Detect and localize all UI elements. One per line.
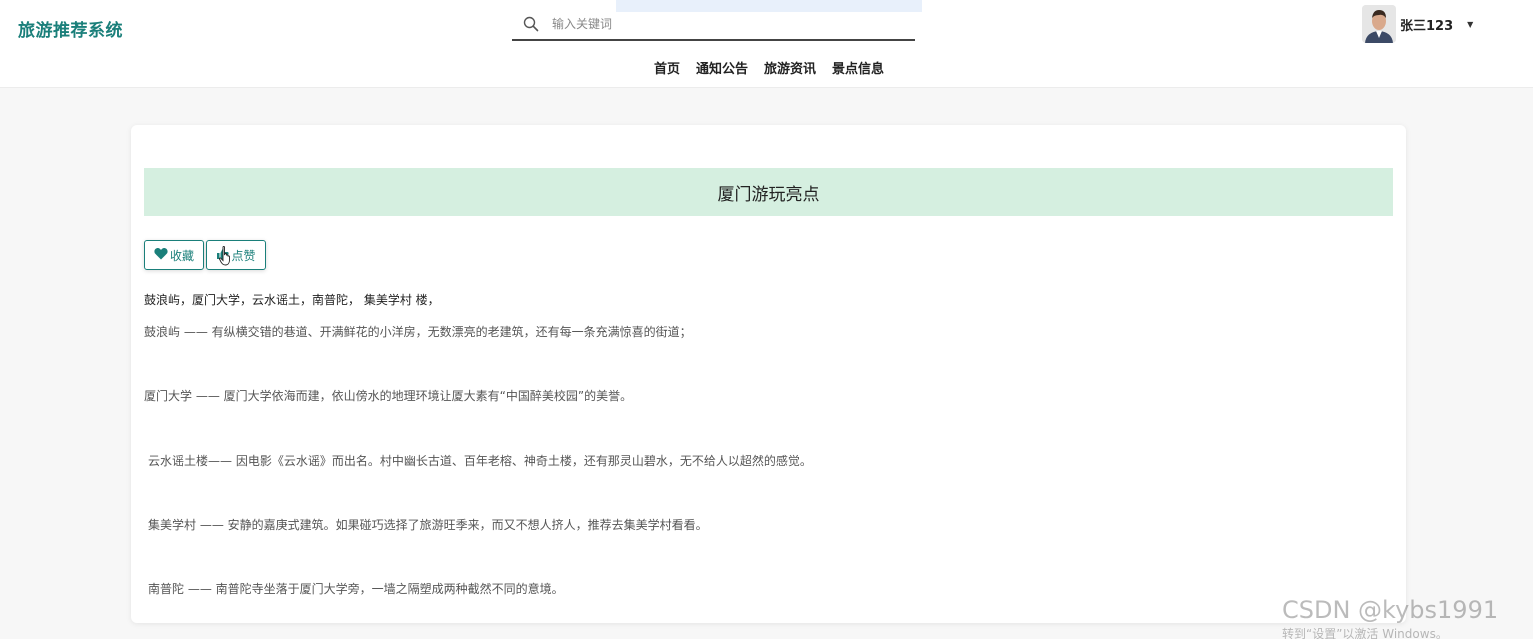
hand-pointer-cursor-icon bbox=[218, 246, 233, 270]
avatar[interactable] bbox=[1362, 5, 1396, 43]
top-navbar: 旅游推荐系统 首页 通知公告 旅游资讯 景点信息 张三123 ▼ bbox=[0, 0, 1533, 88]
search-bar bbox=[512, 8, 915, 41]
heart-icon bbox=[154, 247, 170, 263]
article-paragraph: 南普陀 —— 南普陀寺坐落于厦门大学旁，一墙之隔塑成两种截然不同的意境。 bbox=[148, 582, 564, 596]
favorite-button[interactable]: 收藏 bbox=[144, 240, 204, 270]
article-paragraph: 集美学村 —— 安静的嘉庚式建筑。如果碰巧选择了旅游旺季来，而又不想人挤人，推荐… bbox=[148, 518, 708, 532]
nav-travel-news[interactable]: 旅游资讯 bbox=[756, 58, 824, 77]
article-paragraph: 厦门大学 —— 厦门大学依海而建，依山傍水的地理环境让厦大素有“中国醉美校园”的… bbox=[144, 389, 633, 403]
site-brand[interactable]: 旅游推荐系统 bbox=[18, 16, 123, 41]
like-label: 点赞 bbox=[231, 248, 256, 263]
article-paragraph: 鼓浪屿 —— 有纵横交错的巷道、开满鲜花的小洋房，无数漂亮的老建筑，还有每一条充… bbox=[144, 325, 692, 339]
like-button[interactable]: 点赞 bbox=[206, 240, 266, 270]
article-title-bar: 厦门游玩亮点 bbox=[144, 168, 1393, 216]
caret-down-icon[interactable]: ▼ bbox=[1467, 20, 1473, 29]
nav-home[interactable]: 首页 bbox=[646, 58, 688, 77]
nav-notices[interactable]: 通知公告 bbox=[688, 58, 756, 77]
nav-attractions[interactable]: 景点信息 bbox=[824, 58, 892, 77]
csdn-watermark: CSDN @kybs1991 bbox=[1282, 596, 1499, 624]
search-input[interactable] bbox=[552, 16, 892, 31]
article-card: 厦门游玩亮点 收藏 点赞 鼓浪屿，厦门大学，云水谣土，南普陀， 集美学村 楼， … bbox=[131, 125, 1406, 623]
user-menu[interactable]: 张三123 ▼ bbox=[1362, 4, 1473, 44]
username[interactable]: 张三123 bbox=[1400, 15, 1453, 34]
article-summary: 鼓浪屿，厦门大学，云水谣土，南普陀， 集美学村 楼， bbox=[144, 293, 440, 307]
article-paragraph: 云水谣土楼—— 因电影《云水谣》而出名。村中幽长古道、百年老榕、神奇土楼，还有那… bbox=[148, 454, 812, 468]
favorite-label: 收藏 bbox=[169, 248, 194, 263]
main-nav: 首页 通知公告 旅游资讯 景点信息 bbox=[646, 58, 892, 77]
windows-activation-notice: 转到“设置”以激活 Windows。 bbox=[1282, 627, 1448, 639]
search-icon[interactable] bbox=[516, 9, 546, 39]
article-title: 厦门游玩亮点 bbox=[717, 184, 820, 205]
